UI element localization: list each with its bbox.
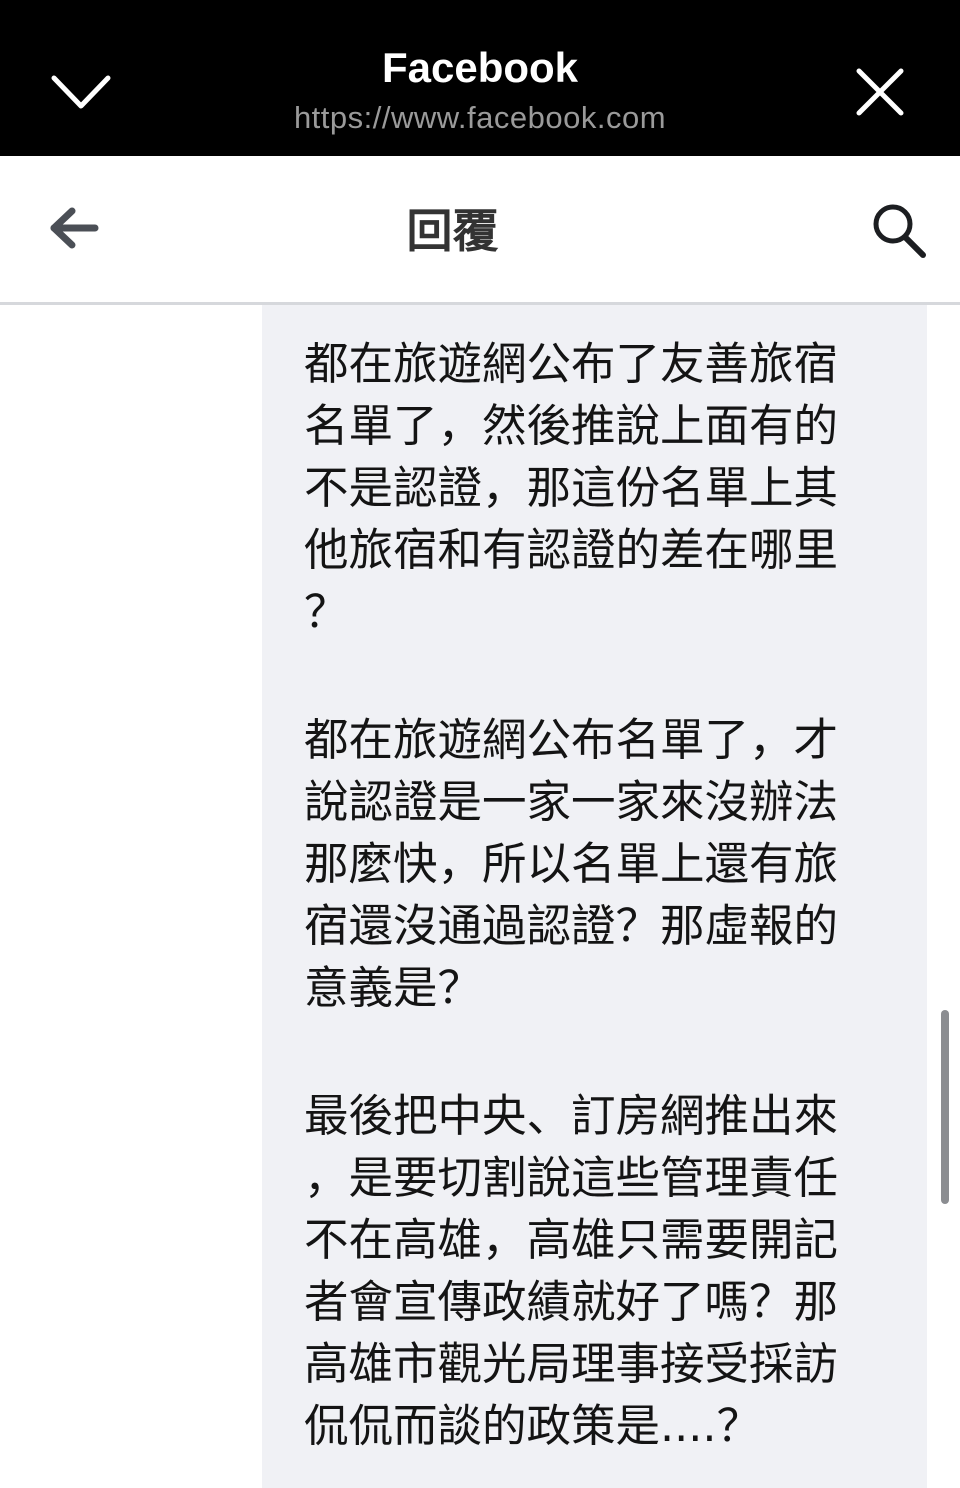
comment-thread: 都在旅遊網公布了友善旅宿 名單了，然後推說上面有的 不是認證，那這份名單上其 他…: [0, 305, 960, 1488]
browser-header: Facebook https://www.facebook.com: [0, 0, 960, 156]
comment-bubble: 都在旅遊網公布了友善旅宿 名單了，然後推說上面有的 不是認證，那這份名單上其 他…: [262, 305, 927, 1488]
reply-nav-bar: 回覆: [0, 160, 960, 305]
search-icon[interactable]: [868, 200, 930, 262]
scrollbar[interactable]: [941, 1010, 949, 1204]
comment-paragraph: 都在旅遊網公布名單了，才 說認證是一家一家來沒辦法 那麼快，所以名單上還有旅 宿…: [304, 715, 839, 1014]
browser-url: https://www.facebook.com: [293, 100, 667, 135]
comment-paragraph: 都在旅遊網公布了友善旅宿 名單了，然後推說上面有的 不是認證，那這份名單上其 他…: [304, 339, 839, 638]
back-arrow-icon[interactable]: [46, 205, 102, 251]
browser-title: Facebook: [381, 44, 579, 91]
close-icon[interactable]: [850, 62, 910, 122]
page-title: 回覆: [406, 204, 499, 258]
comment-paragraph: 最後把中央、訂房網推出來 ，是要切割說這些管理責任 不在高雄，高雄只需要開記 者…: [304, 1091, 839, 1452]
